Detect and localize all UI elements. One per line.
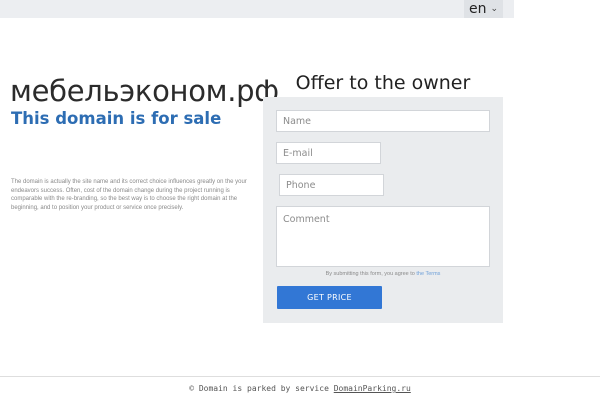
language-code: en — [468, 1, 487, 17]
phone-input[interactable] — [279, 174, 384, 196]
offer-form: By submitting this form, you agree to th… — [263, 97, 503, 323]
email-input[interactable] — [276, 142, 381, 164]
footer: © Domain is parked by service DomainPark… — [0, 384, 600, 393]
domain-name: мебельэконом.рф — [10, 74, 279, 108]
footer-text: © Domain is parked by service — [189, 384, 329, 393]
offer-title: Offer to the owner — [295, 72, 471, 94]
footer-divider — [0, 376, 600, 377]
domainparking-link[interactable]: DomainParking.ru — [334, 384, 411, 393]
terms-link[interactable]: the Terms — [416, 271, 440, 277]
domain-description: The domain is actually the site name and… — [11, 179, 247, 211]
chevron-down-icon: ⌄ — [490, 4, 499, 14]
top-bar — [0, 0, 514, 18]
get-price-button[interactable]: GET PRICE — [277, 286, 382, 309]
name-input[interactable] — [276, 110, 490, 132]
comment-textarea[interactable] — [276, 206, 490, 267]
terms-notice: By submitting this form, you agree to th… — [263, 271, 503, 277]
for-sale-heading: This domain is for sale — [11, 109, 222, 128]
terms-text: By submitting this form, you agree to — [325, 271, 415, 277]
language-selector[interactable]: en ⌄ — [464, 0, 503, 18]
